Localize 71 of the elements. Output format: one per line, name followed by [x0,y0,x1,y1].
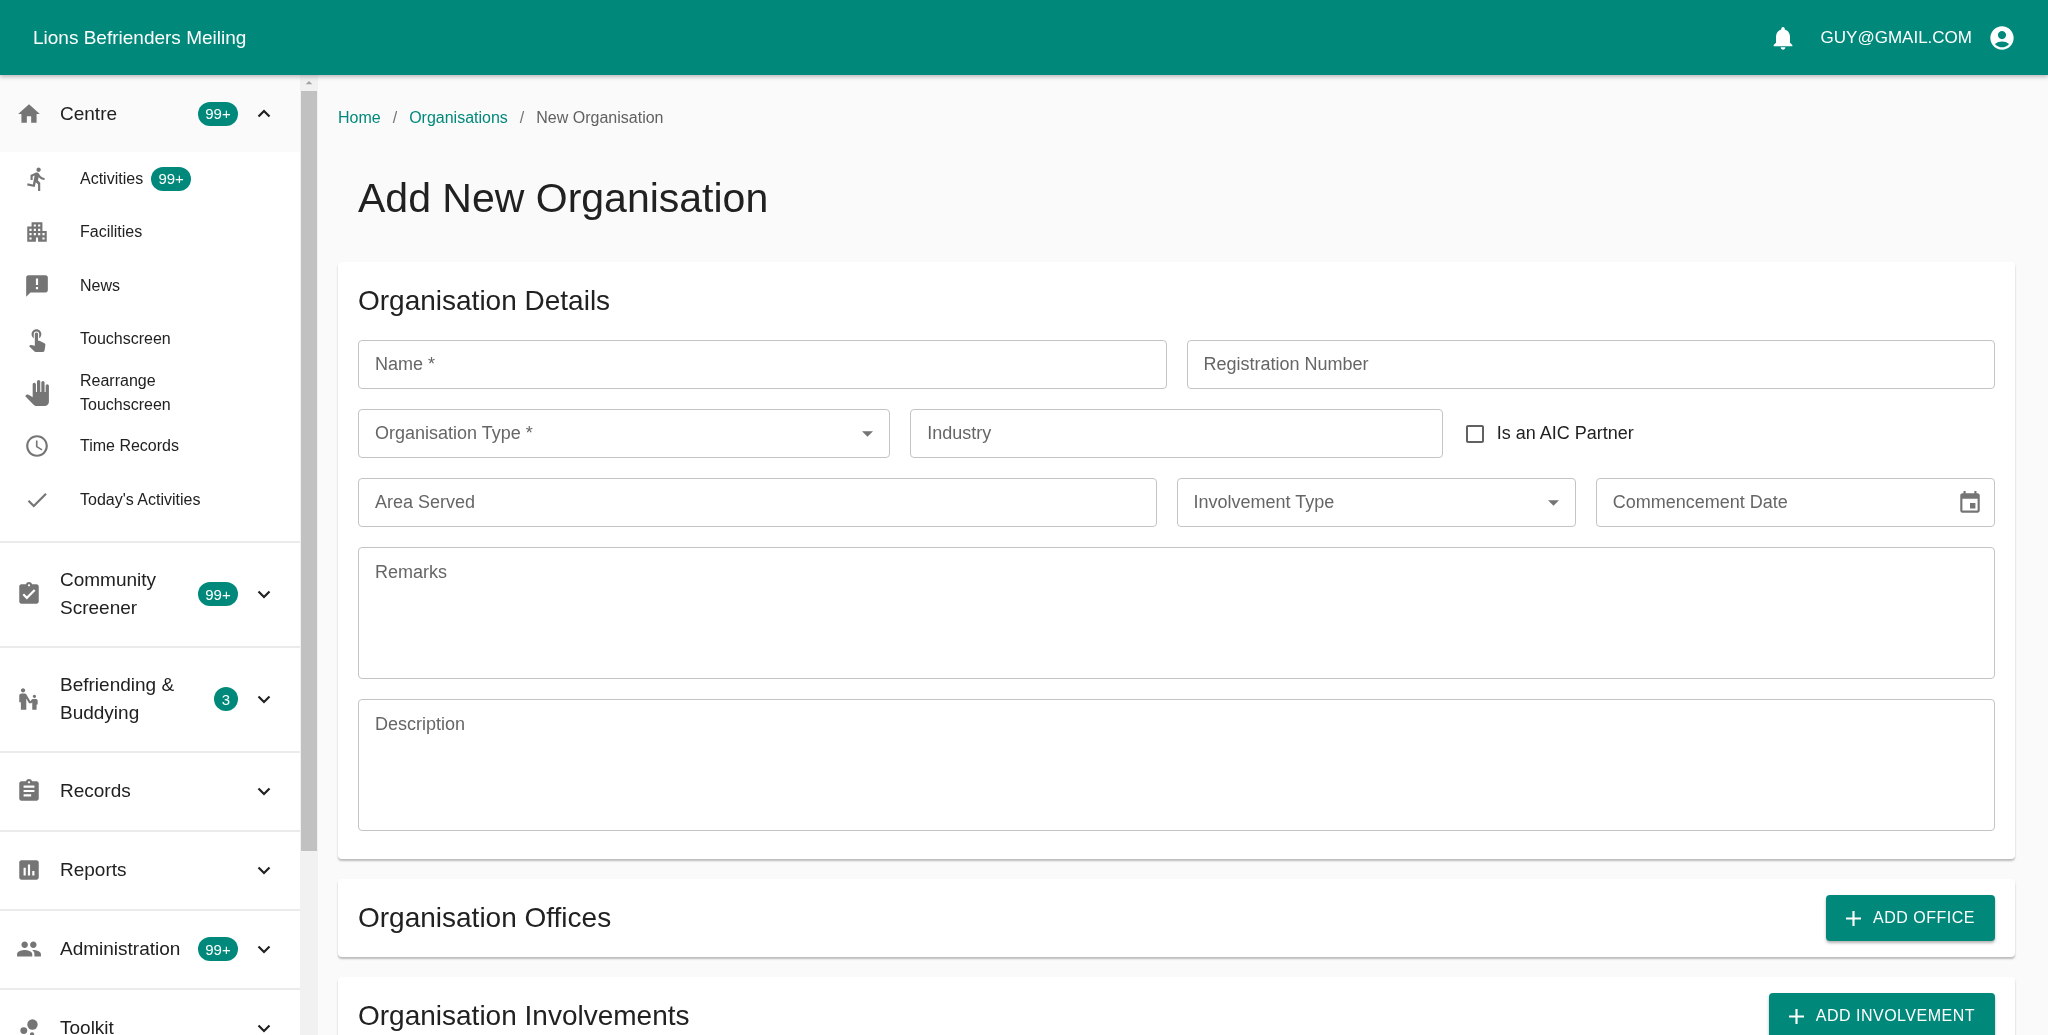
hand-icon [24,379,50,406]
checkbox-label: Is an AIC Partner [1496,423,1634,444]
breadcrumb-separator: / [392,109,398,127]
sidebar-item[interactable]: Rearrange Touchscreen [0,366,300,420]
section-title: Organisation Offices [358,903,612,933]
bar-chart-icon [16,857,42,883]
sidebar-item-label: Time Records [80,436,179,457]
text-field[interactable]: Area Served [358,478,1157,527]
textarea-field[interactable]: Description [358,699,1995,831]
message-alert-icon [24,272,50,299]
sidebar-group-label: Administration [60,937,182,961]
sidebar-item-label: Today's Activities [80,489,201,510]
text-field[interactable]: Registration Number [1186,340,1995,389]
card-title: Organisation Details [358,284,612,318]
sidebar-group-label: Centre [60,101,119,126]
text-field[interactable]: Industry [910,409,1443,458]
date-field[interactable]: Commencement Date [1595,478,1995,527]
scrollbar-thumb[interactable] [301,91,317,851]
sidebar-item-label: Activities [80,168,144,189]
select-field[interactable]: Organisation Type * [358,409,891,458]
chevron-down-icon [257,944,271,954]
dropdown-arrow-icon [1547,499,1559,506]
sidebar-item[interactable]: Facilities [0,205,300,259]
count-badge: 99+ [198,937,238,961]
clipboard-check-icon [16,581,42,607]
add-button[interactable]: ADD INVOLVEMENT [1768,993,1995,1035]
sidebar-item[interactable]: Touchscreen [0,312,300,366]
plus-icon [1788,1008,1804,1024]
sidebar-group-label: Reports [60,858,128,882]
sidebar-item[interactable]: Today's Activities [0,473,300,527]
scrollbar[interactable] [300,75,318,1035]
sidebar-group[interactable]: Centre 99+ [0,75,300,152]
chevron-down-icon [257,1023,271,1033]
sidebar-item-label: News [80,275,120,296]
breadcrumb-link[interactable]: Organisations [409,109,508,127]
sidebar-group-label: Community Screener [60,568,158,620]
app-title: Lions Befrienders Meiling [33,26,248,49]
account-icon[interactable] [1988,23,2016,52]
add-button[interactable]: ADD OFFICE [1826,895,1995,941]
sidebar-item-label: Rearrange Touchscreen [80,370,172,415]
count-badge: 99+ [198,101,238,126]
dropdown-arrow-icon [862,430,874,437]
user-email[interactable]: GUY@GMAIL.COM [1820,27,1972,48]
chevron-down-icon [257,589,271,599]
section-title: Organisation Involvements [358,1001,690,1031]
plus-icon [1846,910,1862,926]
textarea-field[interactable]: Remarks [358,547,1995,679]
sidebar-group-label: Befriending & Buddying [60,673,176,725]
breadcrumb-current: New Organisation [536,109,664,127]
sidebar-item[interactable]: News [0,259,300,313]
page-title: Add New Organisation [358,175,770,222]
sidebar-group-label: Records [60,779,132,803]
clock-icon [24,433,50,460]
chevron-up-icon [257,109,271,118]
text-field[interactable]: Name * [358,340,1167,389]
chevron-down-icon [257,694,271,704]
chevron-down-icon [257,786,271,796]
breadcrumb-separator: / [519,109,525,127]
breadcrumb-link[interactable]: Home [338,109,381,127]
count-badge: 3 [214,687,238,711]
sidebar-item[interactable]: Time Records [0,419,300,473]
count-badge: 99+ [198,582,238,606]
sidebar-item-label: Touchscreen [80,329,171,350]
chevron-down-icon [257,865,271,875]
select-field[interactable]: Involvement Type [1176,478,1576,527]
sidebar-group-label: Toolkit [60,1016,115,1035]
sidebar-item-label: Facilities [80,222,143,243]
count-badge: 99+ [151,166,192,191]
calendar-icon[interactable] [1957,489,1983,516]
sidebar-item[interactable]: Activities 99+ [0,152,300,206]
clipboard-icon [16,778,42,804]
